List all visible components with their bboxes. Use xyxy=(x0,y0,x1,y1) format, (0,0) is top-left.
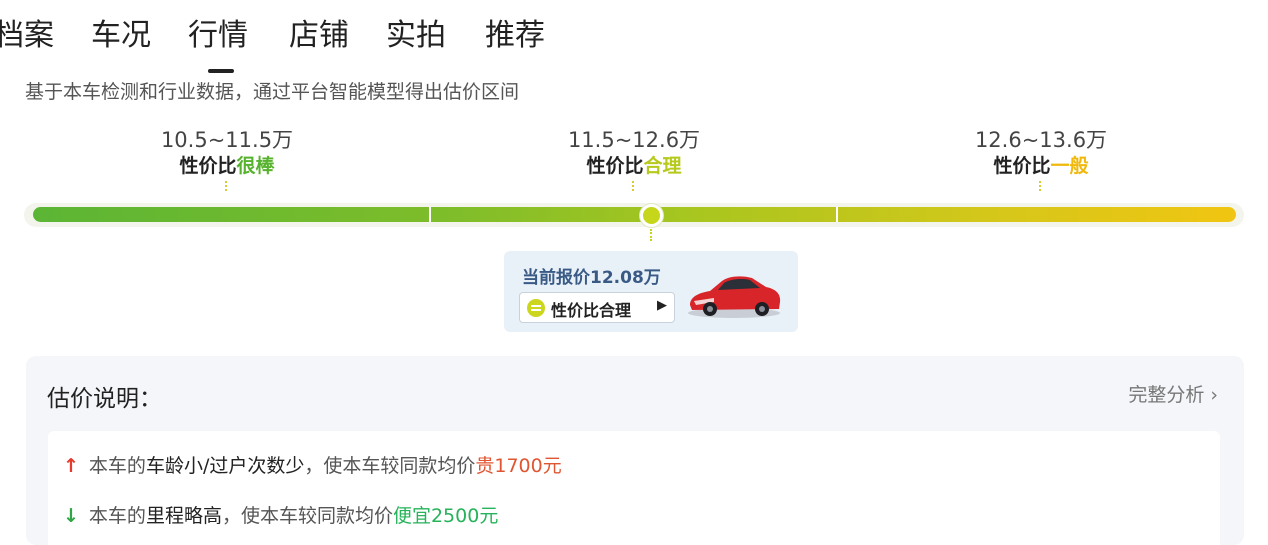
full-analysis-link[interactable]: 完整分析 › xyxy=(1128,380,1218,407)
price-factor-list: ↑ 本车的车龄小/过户次数少，使本车较同款均价贵1700元 ↓ 本车的里程略高，使本… xyxy=(48,431,1220,545)
tab-archive[interactable]: 档案 xyxy=(0,14,54,58)
segment-grade: 性价比一般 xyxy=(993,155,1089,177)
segment-grade: 性价比合理 xyxy=(586,155,682,177)
value-rating-badge[interactable]: 性价比合理 ▶ xyxy=(519,292,675,323)
current-price-card: 当前报价12.08万 性价比合理 ▶ xyxy=(504,251,798,332)
segment-grade: 性价比很棒 xyxy=(179,155,275,177)
current-price-marker xyxy=(640,204,663,227)
segment-range: 11.5~12.6万 xyxy=(567,128,701,152)
tab-condition[interactable]: 车况 xyxy=(91,14,151,58)
price-segment-average: 12.6~13.6万 性价比一般 xyxy=(891,127,1191,191)
valuation-explanation-panel: 估价说明： 完整分析 › ↑ 本车的车龄小/过户次数少，使本车较同款均价贵1700元… xyxy=(26,356,1244,545)
segment-range: 10.5~11.5万 xyxy=(160,128,294,152)
marker-connector xyxy=(650,229,652,241)
price-segment-fair: 11.5~12.6万 性价比合理 xyxy=(484,127,784,191)
factor-name: 里程略高 xyxy=(145,505,222,527)
price-factor-item: ↑ 本车的车龄小/过户次数少，使本车较同款均价贵1700元 xyxy=(63,455,562,477)
price-effect: 贵1700元 xyxy=(475,455,562,477)
arrow-up-icon: ↑ xyxy=(63,455,79,477)
tab-recommend[interactable]: 推荐 xyxy=(485,14,545,58)
segment-connector xyxy=(1039,181,1043,191)
car-image xyxy=(688,276,781,318)
factor-name: 车龄小/过户次数少 xyxy=(145,455,305,477)
price-effect: 便宜2500元 xyxy=(392,505,499,527)
full-analysis-label: 完整分析 xyxy=(1128,384,1205,406)
explanation-title: 估价说明： xyxy=(47,386,162,412)
current-price-label: 当前报价12.08万 xyxy=(522,268,661,288)
price-factor-item: ↓ 本车的里程略高，使本车较同款均价便宜2500元 xyxy=(63,505,499,527)
segment-range: 12.6~13.6万 xyxy=(974,128,1108,152)
valuation-subtitle: 基于本车检测和行业数据，通过平台智能模型得出估价区间 xyxy=(25,81,520,103)
segment-connector xyxy=(225,181,229,191)
equal-icon xyxy=(527,299,545,317)
price-segment-great: 10.5~11.5万 性价比很棒 xyxy=(77,127,377,191)
active-tab-indicator xyxy=(208,69,234,73)
tab-shop[interactable]: 店铺 xyxy=(289,14,349,58)
arrow-down-icon: ↓ xyxy=(63,505,79,527)
chevron-right-icon: › xyxy=(1210,384,1218,406)
tab-market[interactable]: 行情 xyxy=(188,14,248,58)
range-divider xyxy=(836,207,838,222)
play-arrow-icon: ▶ xyxy=(657,298,667,313)
segment-connector xyxy=(632,181,636,191)
value-rating-label: 性价比合理 xyxy=(551,301,632,320)
price-range-bar xyxy=(33,207,1236,222)
tab-photos[interactable]: 实拍 xyxy=(386,14,446,58)
range-divider xyxy=(429,207,431,222)
